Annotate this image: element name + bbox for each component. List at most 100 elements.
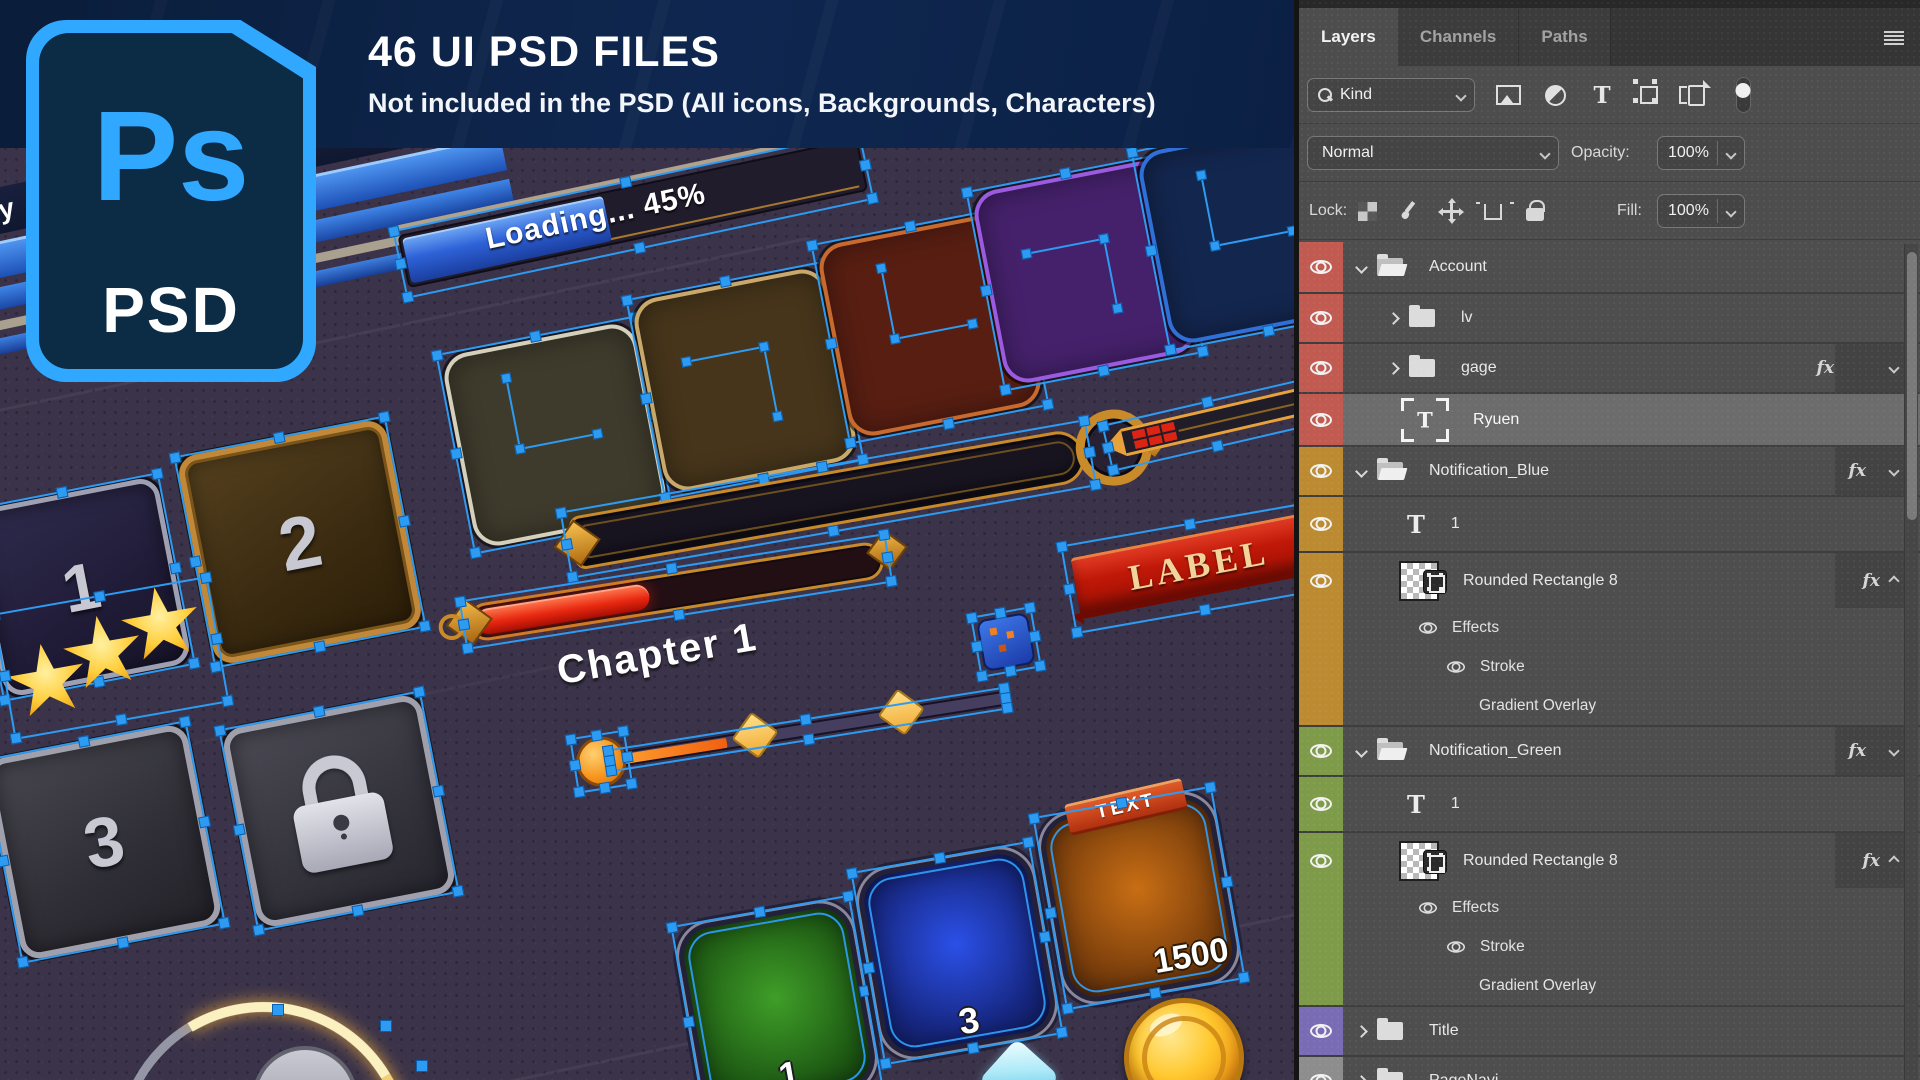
layer-row-body[interactable]: PageNavi	[1343, 1057, 1920, 1080]
locked-level-button[interactable]	[221, 693, 458, 930]
blend-mode-select[interactable]: Normal	[1307, 136, 1559, 170]
layer-row-body[interactable]: Account	[1343, 242, 1920, 292]
layer-row-body[interactable]: Rounded Rectangle 8fx	[1343, 553, 1920, 608]
tab-layers[interactable]: Layers	[1299, 8, 1398, 66]
selection-handle[interactable]	[151, 467, 164, 480]
selection-handle[interactable]	[665, 562, 678, 575]
layer-color-visibility-cell[interactable]	[1299, 608, 1343, 647]
selection-handle[interactable]	[452, 885, 465, 898]
selection-handle[interactable]	[416, 1060, 428, 1072]
chevron-down-icon[interactable]	[1888, 362, 1899, 373]
opacity-input[interactable]: 100%	[1657, 136, 1745, 170]
label-ribbon[interactable]: LABEL	[1063, 502, 1298, 632]
chevron-right-icon[interactable]	[1355, 1075, 1368, 1080]
selection-handle[interactable]	[565, 733, 578, 746]
transform-selection[interactable]	[970, 606, 1042, 678]
selection-handle[interactable]	[1238, 971, 1251, 984]
selection-handle[interactable]	[799, 713, 812, 726]
transform-selection[interactable]	[569, 730, 633, 794]
selection-handle[interactable]	[846, 867, 859, 880]
layer-row[interactable]: T1	[1299, 495, 1920, 551]
layer-row[interactable]: Account	[1299, 242, 1920, 292]
layer-row[interactable]: PageNavi	[1299, 1055, 1920, 1080]
selection-handle[interactable]	[633, 241, 646, 254]
selection-handle[interactable]	[1029, 630, 1042, 643]
selection-handle[interactable]	[198, 816, 211, 829]
selection-handle[interactable]	[682, 1016, 695, 1029]
selection-handle[interactable]	[1039, 931, 1052, 944]
layer-row[interactable]: Stroke	[1299, 927, 1920, 966]
eye-icon[interactable]	[1310, 744, 1332, 758]
tab-channels[interactable]: Channels	[1398, 8, 1520, 66]
transform-selection[interactable]	[606, 687, 1009, 773]
selection-handle[interactable]	[1059, 167, 1072, 180]
selection-handle[interactable]	[1071, 626, 1084, 639]
layer-color-visibility-cell[interactable]	[1299, 1007, 1343, 1055]
thin-gauge-bar[interactable]	[1102, 373, 1298, 476]
layer-row[interactable]: Gradient Overlay	[1299, 686, 1920, 725]
chevron-right-icon[interactable]	[1387, 312, 1400, 325]
selection-handle[interactable]	[569, 759, 582, 772]
selection-handle[interactable]	[1004, 665, 1017, 678]
selection-handle[interactable]	[351, 904, 364, 917]
chevron-up-icon[interactable]	[1888, 575, 1899, 586]
layer-color-visibility-cell[interactable]	[1299, 553, 1343, 608]
layer-row[interactable]: Rounded Rectangle 8fx	[1299, 551, 1920, 608]
layer-row[interactable]: Notification_Bluefx	[1299, 445, 1920, 495]
selection-handle[interactable]	[117, 936, 130, 949]
chevron-down-icon[interactable]	[1355, 745, 1368, 758]
selection-handle[interactable]	[970, 640, 983, 653]
eye-icon[interactable]	[1310, 413, 1332, 427]
layer-color-visibility-cell[interactable]	[1299, 833, 1343, 888]
layer-row-body[interactable]: Notification_Greenfx	[1343, 727, 1920, 775]
selection-handle[interactable]	[1041, 398, 1054, 411]
selection-handle[interactable]	[573, 786, 586, 799]
tab-paths[interactable]: Paths	[1519, 8, 1610, 66]
layer-row-body[interactable]: Rounded Rectangle 8fx	[1343, 833, 1920, 888]
layer-color-visibility-cell[interactable]	[1299, 777, 1343, 831]
fx-toggle[interactable]: fx	[1863, 553, 1898, 608]
layer-color-visibility-cell[interactable]	[1299, 686, 1343, 725]
eye-icon[interactable]	[1419, 622, 1437, 633]
layer-row-body[interactable]: Notification_Bluefx	[1343, 447, 1920, 495]
selection-handle[interactable]	[625, 777, 638, 790]
chapter-start-node[interactable]	[573, 733, 630, 790]
chevron-right-icon[interactable]	[1387, 362, 1400, 375]
layer-row-body[interactable]: Gradient Overlay	[1343, 966, 1920, 1005]
selection-handle[interactable]	[1022, 836, 1035, 849]
chevron-up-icon[interactable]	[1888, 855, 1899, 866]
layer-row[interactable]: Effects	[1299, 888, 1920, 927]
selection-handle[interactable]	[1034, 660, 1047, 673]
layer-row-body[interactable]: Effects	[1343, 608, 1920, 647]
selection-handle[interactable]	[965, 612, 978, 625]
layer-color-visibility-cell[interactable]	[1299, 242, 1343, 292]
selection-handle[interactable]	[862, 962, 875, 975]
eye-icon[interactable]	[1310, 854, 1332, 868]
item-slot-orange[interactable]: TEXT 1500	[1036, 789, 1242, 1007]
layer-color-visibility-cell[interactable]	[1299, 727, 1343, 775]
layer-row[interactable]: T1	[1299, 775, 1920, 831]
selection-handle[interactable]	[666, 921, 679, 934]
filter-adjustment-layers-button[interactable]	[1542, 82, 1568, 108]
selection-handle[interactable]	[1097, 364, 1110, 377]
layer-row[interactable]: Rounded Rectangle 8fx	[1299, 831, 1920, 888]
layer-row[interactable]: Stroke	[1299, 647, 1920, 686]
item-slot-green[interactable]: 1	[674, 898, 880, 1080]
eye-icon[interactable]	[1310, 361, 1332, 375]
eye-icon[interactable]	[1447, 661, 1465, 672]
selection-handle[interactable]	[313, 705, 326, 718]
selection-handle[interactable]	[673, 609, 686, 622]
layer-list-scrollbar[interactable]	[1904, 244, 1918, 1080]
selection-handle[interactable]	[1001, 702, 1014, 715]
selection-handle[interactable]	[1211, 439, 1224, 452]
layer-color-visibility-cell[interactable]	[1299, 497, 1343, 551]
selection-handle[interactable]	[16, 956, 29, 969]
layer-row-body[interactable]: TRyuen	[1343, 394, 1920, 445]
selection-handle[interactable]	[803, 733, 816, 746]
selection-handle[interactable]	[753, 906, 766, 919]
layer-color-visibility-cell[interactable]	[1299, 394, 1343, 445]
selection-handle[interactable]	[115, 713, 128, 726]
level-button-3[interactable]: 3	[0, 722, 224, 961]
selection-handle[interactable]	[450, 447, 463, 460]
layer-row-body[interactable]: gagefx	[1343, 344, 1920, 392]
